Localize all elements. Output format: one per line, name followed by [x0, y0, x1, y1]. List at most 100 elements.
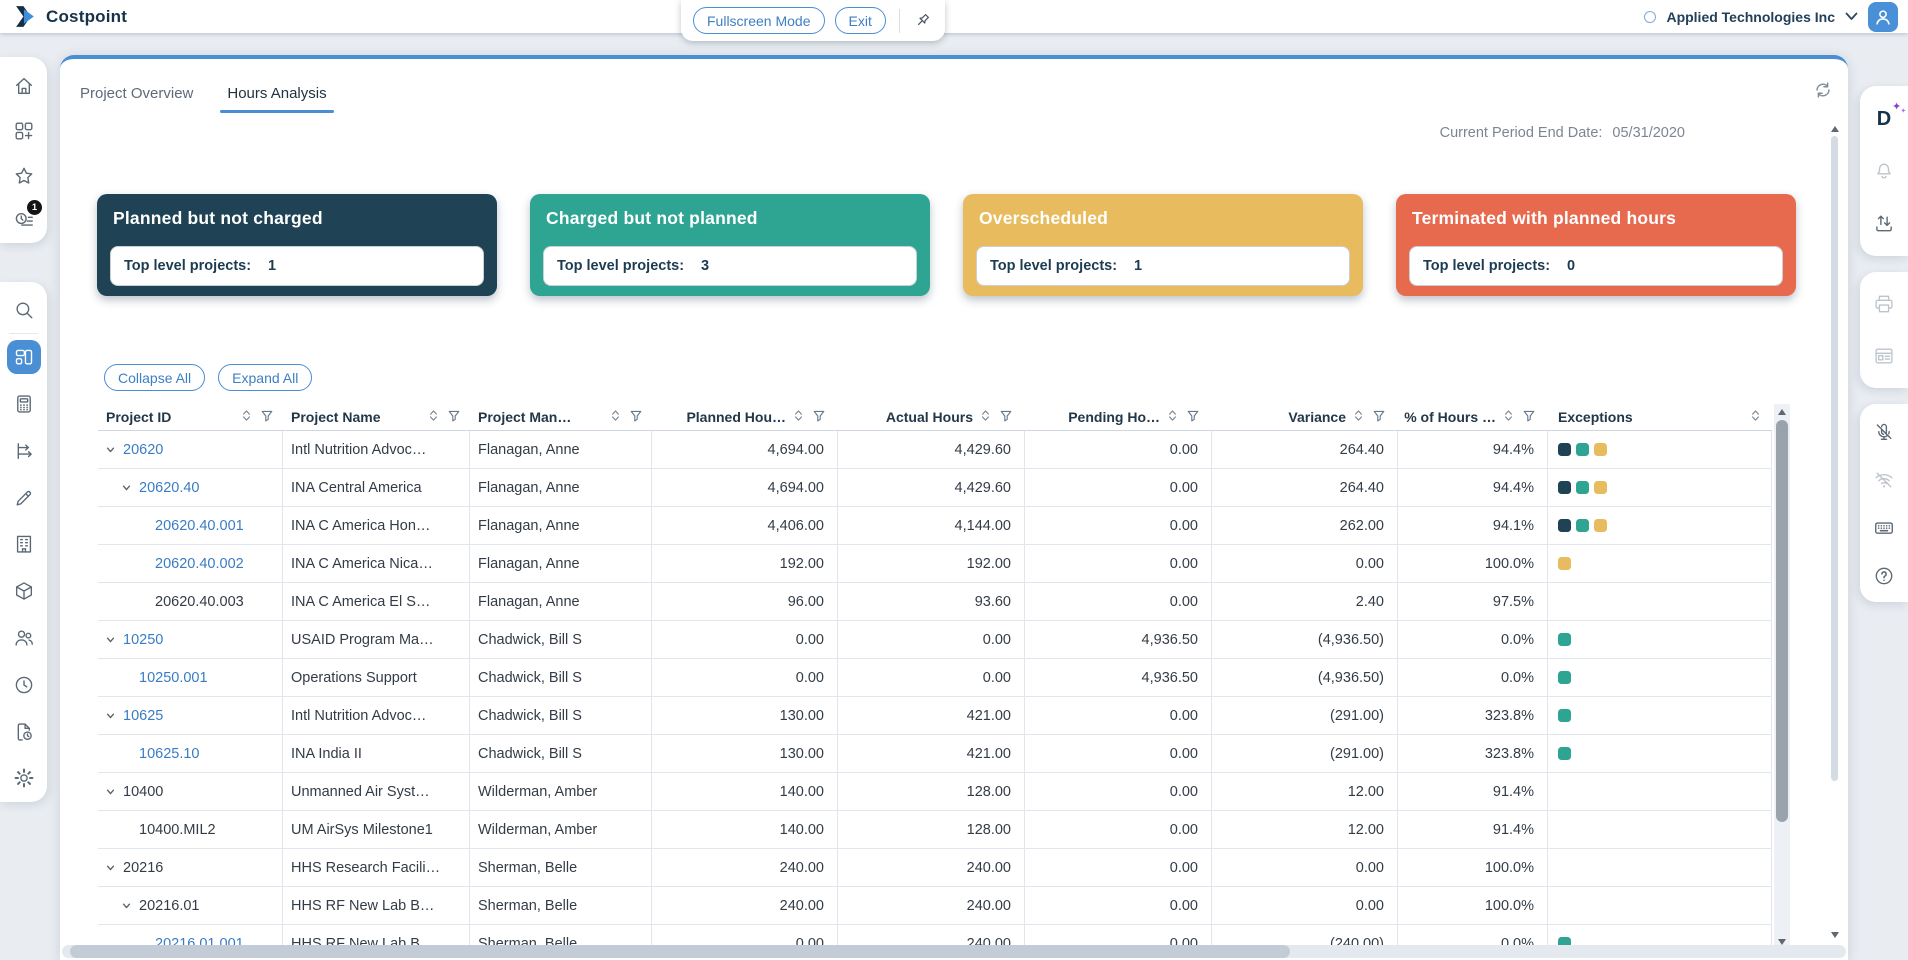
- row-expand-chevron-icon[interactable]: [121, 483, 136, 493]
- column-header-planned-hou[interactable]: Planned Hou…: [652, 404, 838, 430]
- filter-icon[interactable]: [813, 409, 825, 425]
- table-row[interactable]: 20216HHS Research Facili…Sherman, Belle2…: [98, 849, 1772, 887]
- sidebar-item-home[interactable]: [0, 64, 47, 109]
- project-id-link[interactable]: 20620.40: [139, 480, 199, 496]
- table-row[interactable]: 20216.01HHS RF New Lab B…Sherman, Belle2…: [98, 887, 1772, 925]
- filter-icon[interactable]: [630, 409, 642, 425]
- table-row[interactable]: 20620.40.003INA C America El S…Flanagan,…: [98, 583, 1772, 621]
- filter-icon[interactable]: [1373, 409, 1385, 425]
- filter-icon[interactable]: [448, 409, 460, 425]
- sidebar-item-search[interactable]: [0, 287, 47, 334]
- pin-icon[interactable]: [913, 11, 933, 31]
- sort-icon[interactable]: [1751, 409, 1760, 425]
- table-row[interactable]: 20620.40.002INA C America Nica…Flanagan,…: [98, 545, 1772, 583]
- row-expand-chevron-icon[interactable]: [105, 445, 120, 455]
- sort-icon[interactable]: [1504, 409, 1513, 425]
- sidebar-item-help[interactable]: [1860, 552, 1908, 600]
- sidebar-item-dashboard[interactable]: [0, 334, 47, 381]
- horizontal-scrollbar[interactable]: [62, 945, 1846, 958]
- project-id-link[interactable]: 10625.10: [139, 746, 199, 762]
- filter-icon[interactable]: [261, 409, 273, 425]
- table-row[interactable]: 20620.40.001INA C America Hon…Flanagan, …: [98, 507, 1772, 545]
- column-header-actual-hours[interactable]: Actual Hours: [838, 404, 1025, 430]
- column-header-project-man[interactable]: Project Man…: [470, 404, 652, 430]
- table-row[interactable]: 20620.40INA Central AmericaFlanagan, Ann…: [98, 469, 1772, 507]
- sort-icon[interactable]: [794, 409, 803, 425]
- company-selector[interactable]: Applied Technologies Inc: [1666, 9, 1835, 25]
- panel-scroll-down-arrow-icon[interactable]: [1831, 932, 1839, 938]
- chevron-down-icon[interactable]: [1845, 12, 1858, 21]
- row-expand-chevron-icon[interactable]: [105, 711, 120, 721]
- sidebar-item-calculator[interactable]: [0, 381, 47, 428]
- sidebar-item-import-export[interactable]: [1860, 197, 1908, 249]
- tab-hours-analysis[interactable]: Hours Analysis: [227, 85, 326, 113]
- tab-project-overview[interactable]: Project Overview: [80, 85, 193, 113]
- column-header-exceptions[interactable]: Exceptions: [1548, 404, 1772, 430]
- project-id-link[interactable]: 10250.001: [139, 670, 208, 686]
- horizontal-scrollbar-thumb[interactable]: [70, 945, 1290, 958]
- table-row[interactable]: 10250USAID Program Ma…Chadwick, Bill S0.…: [98, 621, 1772, 659]
- sidebar-item-star[interactable]: [0, 154, 47, 199]
- sidebar-item-keyboard[interactable]: [1860, 504, 1908, 552]
- exceptions-cell: [1548, 469, 1772, 506]
- column-header-of-hours[interactable]: % of Hours …: [1398, 404, 1548, 430]
- sort-icon[interactable]: [981, 409, 990, 425]
- column-header-project-id[interactable]: Project ID: [98, 404, 283, 430]
- column-header-variance[interactable]: Variance: [1212, 404, 1398, 430]
- table-scrollbar-thumb[interactable]: [1776, 420, 1788, 822]
- sidebar-item-bell[interactable]: [1860, 145, 1908, 197]
- table-row[interactable]: 10625.10INA India IIChadwick, Bill S130.…: [98, 735, 1772, 773]
- variance-cell: 2.40: [1212, 583, 1398, 620]
- sidebar-item-people[interactable]: [0, 615, 47, 662]
- table-row[interactable]: 10400.MIL2UM AirSys Milestone1Wilderman,…: [98, 811, 1772, 849]
- table-row[interactable]: 10250.001Operations SupportChadwick, Bil…: [98, 659, 1772, 697]
- sort-icon[interactable]: [242, 409, 251, 425]
- project-id-link[interactable]: 10625: [123, 708, 163, 724]
- sort-icon[interactable]: [1354, 409, 1363, 425]
- sort-icon[interactable]: [1168, 409, 1177, 425]
- sidebar-item-apps-add[interactable]: [0, 109, 47, 154]
- expand-all-button[interactable]: Expand All: [218, 364, 312, 391]
- scroll-up-arrow-icon[interactable]: [1778, 409, 1786, 415]
- row-expand-chevron-icon[interactable]: [105, 787, 120, 797]
- project-id-link[interactable]: 20620.40.001: [155, 518, 244, 534]
- table-row[interactable]: 20620Intl Nutrition Advoc…Flanagan, Anne…: [98, 431, 1772, 469]
- project-id-link[interactable]: 10250: [123, 632, 163, 648]
- filter-icon[interactable]: [1000, 409, 1012, 425]
- refresh-icon[interactable]: [1812, 79, 1834, 101]
- sidebar-item-clock[interactable]: [0, 661, 47, 708]
- row-expand-chevron-icon[interactable]: [121, 901, 136, 911]
- panel-scroll-up-arrow-icon[interactable]: [1831, 126, 1839, 132]
- sidebar-item-building[interactable]: [0, 521, 47, 568]
- table-scrollbar[interactable]: [1774, 404, 1790, 950]
- sort-icon[interactable]: [429, 409, 438, 425]
- sidebar-item-file-clock[interactable]: [0, 708, 47, 755]
- exit-button[interactable]: Exit: [835, 7, 886, 34]
- collapse-all-button[interactable]: Collapse All: [104, 364, 205, 391]
- column-header-project-name[interactable]: Project Name: [283, 404, 470, 430]
- sort-icon[interactable]: [611, 409, 620, 425]
- sidebar-item-mic-off[interactable]: [1860, 408, 1908, 456]
- sidebar-item-browser-window[interactable]: [1860, 330, 1908, 382]
- sidebar-item-pen[interactable]: [0, 474, 47, 521]
- filter-icon[interactable]: [1187, 409, 1199, 425]
- row-expand-chevron-icon[interactable]: [105, 863, 120, 873]
- sidebar-item-gear[interactable]: [0, 755, 47, 802]
- column-header-pending-ho[interactable]: Pending Ho…: [1025, 404, 1212, 430]
- table-row[interactable]: 10400Unmanned Air Syst…Wilderman, Amber1…: [98, 773, 1772, 811]
- project-id-link[interactable]: 20620.40.002: [155, 556, 244, 572]
- sidebar-item-printer[interactable]: [1860, 278, 1908, 330]
- table-row[interactable]: 10625Intl Nutrition Advoc…Chadwick, Bill…: [98, 697, 1772, 735]
- panel-scrollbar-thumb[interactable]: [1831, 136, 1838, 781]
- sidebar-item-history[interactable]: 1: [0, 198, 47, 243]
- filter-icon[interactable]: [1523, 409, 1535, 425]
- sidebar-item-cube[interactable]: [0, 568, 47, 615]
- sidebar-item-wifi-off[interactable]: [1860, 456, 1908, 504]
- avatar[interactable]: [1868, 2, 1898, 32]
- row-expand-chevron-icon[interactable]: [105, 635, 120, 645]
- sidebar-item-workflow[interactable]: [0, 427, 47, 474]
- fullscreen-mode-button[interactable]: Fullscreen Mode: [693, 7, 825, 34]
- panel-scrollbar[interactable]: [1828, 121, 1842, 943]
- project-id-link[interactable]: 20620: [123, 442, 163, 458]
- sidebar-item-dela-assistant[interactable]: D✦✦: [1860, 93, 1908, 145]
